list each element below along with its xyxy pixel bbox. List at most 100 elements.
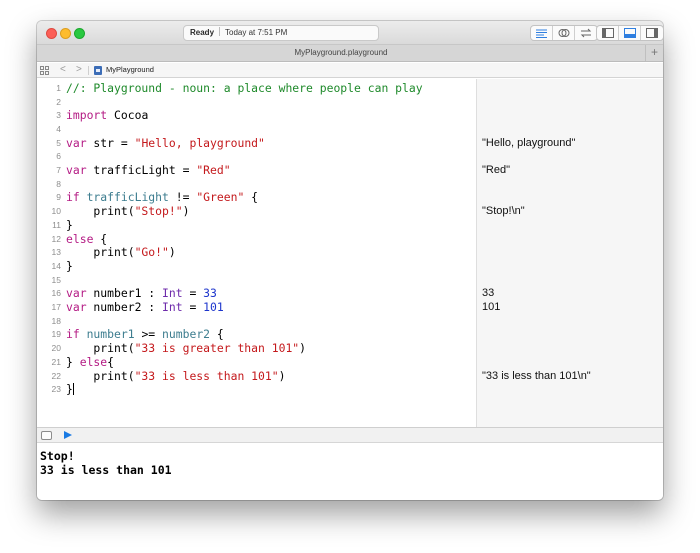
keyword: var [66,286,87,301]
code-text: number2 : [86,300,163,314]
code-text: } [66,217,73,232]
navigator-toggle-button[interactable] [597,26,619,40]
result-value[interactable]: 101 [482,301,500,315]
jump-bar-divider [88,66,89,75]
console-line: 33 is less than 101 [40,463,172,477]
code-line: var number1 : Int = 33 [66,286,217,301]
line-number: 12 [51,233,61,244]
debug-area-toggle-icon [623,28,636,38]
utilities-toggle-button[interactable] [641,26,663,40]
type-name: Int [162,286,183,301]
debug-bar [37,427,663,443]
version-editor-icon [580,28,592,38]
assistant-editor-icon [558,29,569,37]
variable-ref: trafficLight [79,190,169,205]
back-button[interactable]: < [60,64,66,75]
related-items-icon[interactable] [40,66,49,75]
code-text: print( [66,368,135,383]
result-value[interactable]: "Stop!\n" [482,205,525,219]
code-line: else { [66,231,108,247]
code-text: { [107,354,115,369]
string-literal: "Green" [196,190,245,205]
line-number: 13 [51,247,61,258]
code-line: } [66,217,73,233]
code-line: print("33 is greater than 101") [66,341,307,356]
variable-ref: number1 [79,327,135,342]
console-output: Stop! 33 is less than 101 [37,443,663,500]
code-line: print("Go!") [66,245,176,260]
code-text: number1 : [86,286,163,301]
playground-file-icon [94,66,102,75]
hide-debug-area-icon[interactable] [41,431,52,440]
code-text: ) [299,341,307,356]
code-text: { [93,231,108,246]
line-number: 19 [51,329,61,340]
text-cursor [72,383,74,396]
result-value[interactable]: "Hello, playground" [482,137,575,151]
code-text: } [66,258,73,273]
toolbar: Ready Today at 7:51 PM [37,21,663,45]
code-text: } [66,354,80,369]
code-text: ) [278,368,286,383]
line-number: 9 [56,192,61,203]
tab-bar: MyPlayground.playground + [37,45,663,62]
results-sidebar: "Hello, playground" "Red" "Stop!\n" 33 1… [476,79,663,427]
line-number: 14 [51,260,61,271]
console-line: Stop! [40,449,75,463]
navigator-toggle-icon [601,28,614,38]
line-number: 18 [51,315,61,326]
version-editor-button[interactable] [575,26,597,40]
keyword: var [66,163,87,177]
line-number: 6 [56,151,61,162]
breadcrumb-file[interactable]: MyPlayground [106,65,154,74]
line-number: 4 [56,123,61,134]
keyword: if [66,327,80,342]
result-value[interactable]: 33 [482,287,494,301]
code-text: trafficLight = [86,163,197,177]
code-line: } [66,258,73,274]
code-text: ) [168,245,176,260]
add-tab-button[interactable]: + [645,45,663,61]
code-text: != [168,190,197,205]
minimize-window-button[interactable] [60,28,71,39]
editor-area: 1 2 3 4 5 6 7 8 9 10 11 12 13 14 15 16 1… [37,79,663,427]
keyword: if [66,190,80,205]
debug-area-toggle-button[interactable] [619,26,641,40]
tab-playground[interactable]: MyPlayground.playground [37,48,645,57]
assistant-editor-button[interactable] [553,26,575,40]
line-number: 20 [51,343,61,354]
string-literal: "Go!" [134,245,169,260]
result-value[interactable]: "33 is less than 101\n" [482,370,591,384]
code-line: import Cocoa [66,108,148,123]
run-playground-icon[interactable] [64,431,72,439]
code-text: ) [182,204,190,219]
status-separator [219,27,221,36]
string-literal: "33 is greater than 101" [134,341,300,356]
standard-editor-button[interactable] [531,26,553,40]
zoom-window-button[interactable] [74,28,85,39]
code-line: var str = "Hello, playground" [66,135,265,151]
status-state: Ready [190,28,215,37]
code-text: >= [134,327,163,342]
code-text: print( [66,341,135,356]
source-editor[interactable]: //: Playground - noun: a place where peo… [66,79,476,427]
close-window-button[interactable] [46,28,57,39]
code-line: var trafficLight = "Red" [66,163,231,178]
keyword: else [66,231,94,246]
number-literal: 101 [203,300,224,314]
code-line: print("33 is less than 101") [66,368,286,384]
playground-window: Ready Today at 7:51 PM MyPlayground.play… [37,21,663,500]
line-number: 11 [52,219,61,230]
variable-ref: number2 [162,327,211,342]
code-text: { [210,327,224,342]
code-line: //: Playground - noun: a place where peo… [66,80,423,96]
code-text: print( [66,245,135,260]
code-line: } else{ [66,354,115,370]
line-number: 16 [51,288,61,299]
type-name: Int [162,300,183,314]
result-value[interactable]: "Red" [482,164,510,178]
comment: //: Playground - noun: a place where peo… [66,80,423,95]
forward-button[interactable]: > [76,64,82,75]
keyword: else [79,354,108,369]
keyword: var [66,135,87,150]
